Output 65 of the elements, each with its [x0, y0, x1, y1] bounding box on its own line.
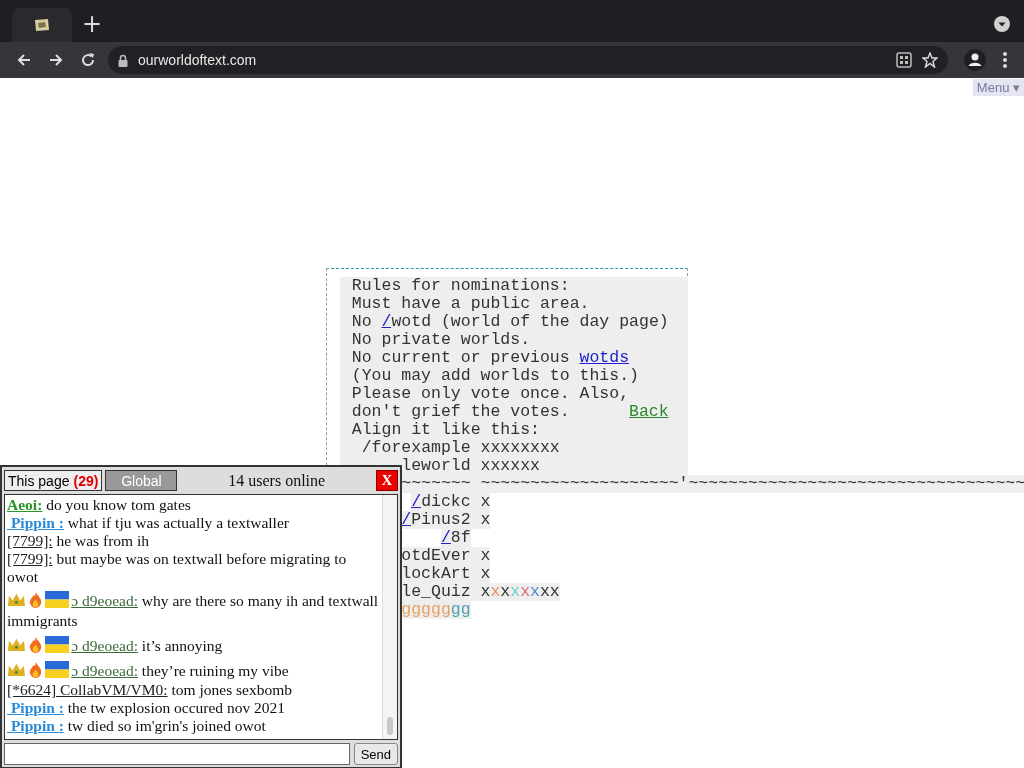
fire-icon	[27, 591, 43, 608]
browser-tab[interactable]	[12, 8, 72, 42]
chat-message: ɔ d9eoead: they’re ruining my vibe	[7, 656, 380, 681]
world-text: le_Quiz x	[401, 583, 491, 601]
world-text: x	[500, 583, 511, 601]
crown-icon	[7, 636, 26, 653]
username-link[interactable]: ɔ d9eoead:	[71, 592, 138, 609]
world-text: wotd (world of the day page)	[391, 313, 669, 331]
world-text: ggggg	[401, 601, 451, 619]
world-text: gg	[450, 601, 471, 619]
world-link[interactable]: /	[440, 529, 451, 547]
world-text: x	[530, 583, 540, 601]
world-text: x	[520, 583, 531, 601]
lock-icon	[118, 53, 128, 67]
world-text: dickc x	[421, 493, 491, 511]
flag-icon	[45, 636, 70, 653]
username-link[interactable]: Pippin :	[7, 699, 64, 716]
flag-icon	[45, 591, 70, 608]
crown-icon	[7, 591, 26, 608]
chat-message: Aeoi: do you know tom gates	[7, 496, 192, 514]
send-button[interactable]: Send	[353, 743, 398, 765]
username-link[interactable]: Pippin :	[7, 717, 64, 734]
users-online-count: 14 users online	[227, 471, 327, 490]
world-link[interactable]: Back	[629, 403, 669, 421]
username-link[interactable]: [*6624] CollabVM/VM0:	[7, 681, 168, 698]
site-favicon-icon	[33, 17, 51, 33]
grid-icon[interactable]	[896, 52, 912, 68]
chat-tab[interactable]: This page (29)	[4, 470, 103, 491]
chat-input-field[interactable]	[4, 743, 350, 765]
fire-icon	[27, 661, 43, 678]
username-link[interactable]: Aeoi:	[7, 496, 43, 513]
world-text: xx	[539, 583, 560, 601]
fire-icon	[27, 636, 43, 653]
close-button[interactable]: X	[376, 470, 398, 491]
world-text: Pinus2 x	[411, 511, 491, 529]
scrollbar[interactable]	[382, 495, 397, 739]
crown-icon	[7, 661, 26, 678]
world-text: x	[490, 583, 501, 601]
account-icon[interactable]	[964, 49, 986, 71]
dropdown-icon[interactable]	[994, 16, 1010, 32]
flag-icon	[45, 661, 70, 678]
scrollbar-thumb[interactable]	[387, 717, 393, 735]
world-link[interactable]: /	[381, 313, 392, 331]
world-text: 8f	[450, 529, 471, 547]
chat-message: [*6624] CollabVM/VM0: tom jones sexbomb	[7, 681, 294, 699]
reload-icon	[79, 51, 97, 69]
new-tab-button[interactable]: +	[76, 12, 109, 36]
url-text: ourworldoftext.com	[138, 52, 257, 68]
username-link[interactable]: [7799]:	[7, 532, 53, 549]
address-bar[interactable]: ourworldoftext.com	[108, 46, 948, 74]
username-link[interactable]: ɔ d9eoead:	[71, 637, 138, 654]
more-menu-icon[interactable]	[1002, 51, 1008, 69]
username-link[interactable]: Pippin :	[7, 514, 64, 531]
world-text: x	[510, 583, 521, 601]
world-link[interactable]: /	[411, 493, 422, 511]
chat-message: Pippin : what if tju was actually a textwaller	[7, 514, 380, 532]
chat-message: [7799]: he was from ih	[7, 532, 151, 550]
username-link[interactable]: ɔ d9eoead:	[71, 662, 138, 679]
chat-message: [7799]: but maybe was on textwall before migrating to owot	[7, 550, 348, 586]
chat-message: Pippin : the tw explosion occured nov 2021	[7, 699, 380, 717]
world-link[interactable]: wotds	[579, 349, 630, 367]
chat-message: Pippin : tw died so im'grin's joined owot	[7, 717, 380, 735]
chat-message: ɔ d9eoead: it’s annoying	[7, 631, 380, 656]
star-icon[interactable]	[922, 52, 938, 68]
username-link[interactable]: [7799]:	[7, 550, 53, 567]
